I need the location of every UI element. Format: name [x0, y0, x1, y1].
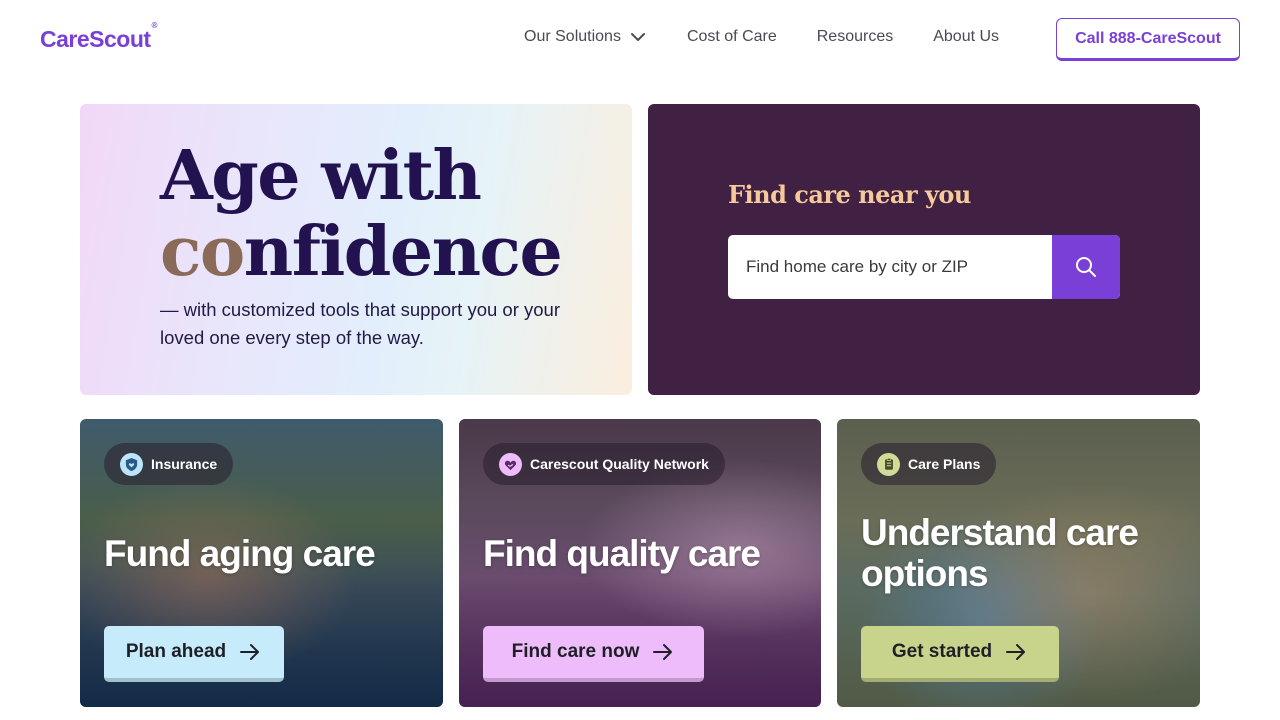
nav-label: Resources [816, 28, 894, 45]
call-button[interactable]: Call 888-CareScout [1056, 18, 1240, 61]
search-icon [1076, 257, 1096, 277]
chevron-down-icon [630, 33, 645, 41]
button-label: Find care now [511, 641, 640, 662]
arrow-right-icon [240, 644, 260, 660]
arrow-right-icon [1006, 644, 1026, 660]
find-care-now-button[interactable]: Find care now [483, 626, 704, 682]
clipboard-icon [877, 452, 900, 476]
card-title: Understand care options [861, 512, 1139, 594]
nav-label: Our Solutions [524, 28, 621, 45]
button-label: Get started [891, 641, 993, 662]
main-nav: Our Solutions Cost of Care Resources Abo… [524, 28, 999, 46]
hero-title-accent: co [160, 212, 245, 292]
hero-subtitle: — with customized tools that support you… [160, 299, 560, 348]
hero-title-line2: nfidence [243, 212, 563, 292]
nav-label: About Us [933, 28, 1000, 45]
card-badge: Insurance [104, 443, 234, 485]
badge-label: Care Plans [908, 456, 981, 472]
nav-cost-of-care[interactable]: Cost of Care [687, 28, 777, 46]
hero-banner: Age with confidence — with customized to… [80, 104, 632, 395]
find-care-panel: Find care near you [648, 104, 1200, 395]
hero-title-line1: Age with [160, 136, 482, 216]
search-box [728, 235, 1120, 299]
nav-resources[interactable]: Resources [817, 28, 893, 46]
hero-title: Age with confidence [160, 136, 563, 292]
plan-ahead-button[interactable]: Plan ahead [104, 626, 284, 682]
card-title: Find quality care [483, 533, 761, 574]
search-button[interactable] [1052, 235, 1120, 299]
site-header: CareScout® Our Solutions Cost of Care Re… [0, 0, 1280, 80]
shield-heart-icon [120, 452, 143, 476]
card-quality-network[interactable]: Carescout Quality Network Find quality c… [459, 419, 821, 707]
button-label: Plan ahead [125, 641, 227, 662]
nav-label: Cost of Care [686, 28, 777, 45]
get-started-button[interactable]: Get started [861, 626, 1059, 682]
card-care-plans[interactable]: Care Plans Understand care options Get s… [837, 419, 1200, 707]
card-insurance[interactable]: Insurance Fund aging care Plan ahead [80, 419, 443, 707]
registered-mark: ® [151, 21, 158, 31]
find-care-title: Find care near you [728, 180, 971, 209]
logo-text: CareScout [40, 26, 151, 52]
badge-label: Carescout Quality Network [530, 456, 709, 472]
badge-label: Insurance [151, 456, 218, 472]
arrow-right-icon [653, 644, 673, 660]
card-badge: Carescout Quality Network [483, 443, 725, 485]
card-badge: Care Plans [861, 443, 997, 485]
search-input[interactable] [728, 235, 1052, 299]
nav-our-solutions[interactable]: Our Solutions [524, 28, 647, 46]
heart-icon [499, 452, 522, 476]
carescout-logo[interactable]: CareScout® [40, 21, 157, 53]
card-title: Fund aging care [104, 533, 376, 574]
nav-about-us[interactable]: About Us [933, 28, 999, 46]
